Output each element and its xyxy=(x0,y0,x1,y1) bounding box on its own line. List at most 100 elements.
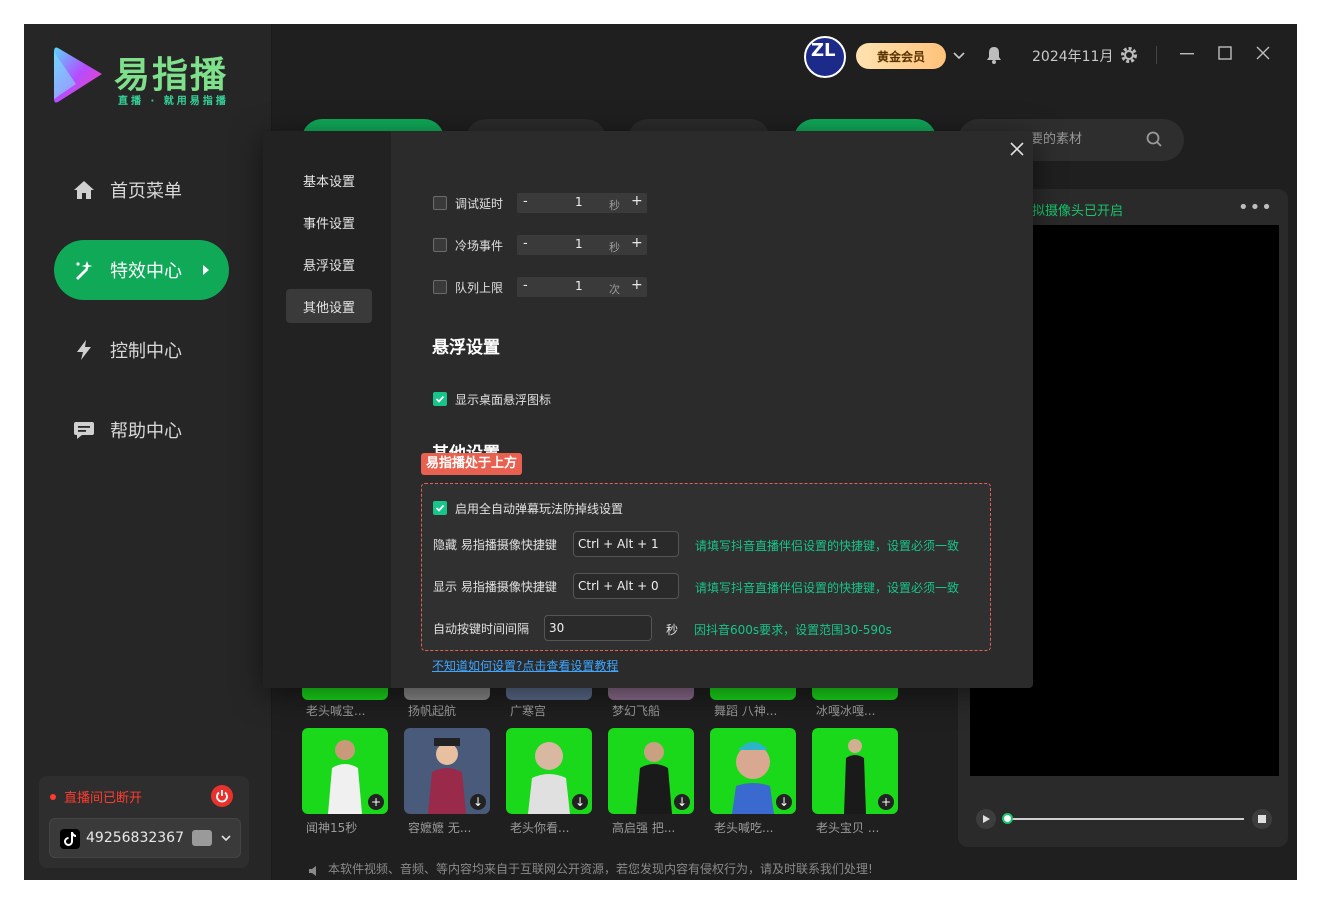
thumbnail[interactable] xyxy=(710,688,796,700)
idle-event-checkbox[interactable] xyxy=(433,238,447,252)
decrement-button[interactable]: - xyxy=(523,236,528,251)
increment-button[interactable]: + xyxy=(631,193,643,209)
dialog-nav-float[interactable]: 悬浮设置 xyxy=(286,247,372,281)
show-hotkey-row: 显示 易指播摄像快捷键 xyxy=(433,573,557,599)
increment-button[interactable]: + xyxy=(631,235,643,251)
close-icon[interactable] xyxy=(1254,44,1272,66)
show-hotkey-input[interactable]: Ctrl + Alt + 0 xyxy=(573,573,679,599)
thumbnail-label: 广寒宫 xyxy=(510,704,547,718)
person-figure xyxy=(528,742,570,814)
footer-notice: 本软件视频、音频、等内容均来自于互联网公开资源，若您发现内容有侵权行为，请及时联… xyxy=(328,862,873,876)
thumbnail[interactable]: ↓ xyxy=(710,728,796,814)
thumbnail[interactable]: ↓ xyxy=(404,728,490,814)
interval-hint: 因抖音600s要求，设置范围30-590s xyxy=(694,623,892,637)
float-icon-label: 显示桌面悬浮图标 xyxy=(455,392,552,407)
stepper-value[interactable]: 1 xyxy=(575,195,583,209)
account-selector[interactable]: 49256832367 xyxy=(49,818,241,858)
dialog-nav-other[interactable]: 其他设置 xyxy=(286,289,372,323)
other-section-title-text: 其他设置 xyxy=(432,443,532,453)
dialog-nav-events[interactable]: 事件设置 xyxy=(286,205,372,239)
idle-event-stepper[interactable]: - 1 秒 + xyxy=(517,235,647,255)
thumbnail[interactable]: ↓ xyxy=(608,728,694,814)
topmost-tag: 易指播处于上方 xyxy=(421,453,523,475)
thumbnail[interactable] xyxy=(404,688,490,700)
chevron-down-icon xyxy=(220,829,232,848)
sidebar-item-label: 首页菜单 xyxy=(110,181,182,202)
thumbnail[interactable]: ↓ xyxy=(506,728,592,814)
vip-badge[interactable]: 黄金会员 xyxy=(856,43,946,69)
debug-delay-row: 调试延时 xyxy=(433,193,503,213)
thumbnail[interactable]: + xyxy=(302,728,388,814)
more-icon[interactable]: ••• xyxy=(1238,197,1273,218)
stepper-value[interactable]: 1 xyxy=(575,237,583,251)
interval-row: 自动按键时间间隔 xyxy=(433,615,529,641)
check-icon xyxy=(435,504,445,512)
sidebar-item-home[interactable]: 首页菜单 xyxy=(54,160,229,220)
decrement-button[interactable]: - xyxy=(523,194,528,209)
thumbnail[interactable]: + xyxy=(812,728,898,814)
dialog-close-icon[interactable] xyxy=(1009,141,1025,161)
stop-button[interactable] xyxy=(1252,809,1272,829)
sidebar-item-control[interactable]: 控制中心 xyxy=(54,320,229,380)
download-icon[interactable]: ↓ xyxy=(674,794,690,810)
thumbnail[interactable] xyxy=(812,688,898,700)
thumbnail-label: 高启强 把... xyxy=(612,821,676,835)
thumbnail[interactable] xyxy=(608,688,694,700)
header-toolbar: ZL 黄金会员 2024年11月2 xyxy=(804,36,1274,78)
search-icon[interactable] xyxy=(1145,130,1163,152)
thumbnail-label: 老头宝贝 ... xyxy=(816,821,880,835)
stop-icon xyxy=(1258,815,1266,823)
enable-auto-checkbox[interactable] xyxy=(433,501,447,515)
thumbnail-label: 老头你看... xyxy=(510,821,570,835)
person-figure xyxy=(428,738,466,814)
download-icon[interactable]: ↓ xyxy=(776,794,792,810)
thumbnail[interactable] xyxy=(506,688,592,700)
avatar[interactable]: ZL xyxy=(804,36,846,78)
debug-delay-checkbox[interactable] xyxy=(433,196,447,210)
person-figure xyxy=(732,742,774,814)
float-icon-row: 显示桌面悬浮图标 xyxy=(433,389,551,409)
interval-input[interactable]: 30 xyxy=(544,615,652,641)
progress-handle[interactable] xyxy=(1002,813,1013,824)
hide-hotkey-hint: 请填写抖音直播伴侣设置的快捷键，设置必须一致 xyxy=(695,539,960,553)
hide-hotkey-input[interactable]: Ctrl + Alt + 1 xyxy=(573,531,679,557)
dialog-nav-basic[interactable]: 基本设置 xyxy=(286,163,372,197)
power-button[interactable] xyxy=(211,785,233,807)
enable-auto-row: 启用全自动弹幕玩法防掉线设置 xyxy=(433,495,623,521)
queue-limit-checkbox[interactable] xyxy=(433,280,447,294)
download-icon[interactable]: ↓ xyxy=(572,794,588,810)
sidebar-item-label: 特效中心 xyxy=(110,261,182,282)
chat-bubble-icon xyxy=(72,418,96,442)
sidebar-item-effects[interactable]: 特效中心 xyxy=(54,240,229,300)
increment-button[interactable]: + xyxy=(631,277,643,293)
decrement-button[interactable]: - xyxy=(523,278,528,293)
minimize-icon[interactable] xyxy=(1178,44,1196,66)
queue-limit-stepper[interactable]: - 1 次 + xyxy=(517,277,647,297)
enable-auto-label: 启用全自动弹幕玩法防掉线设置 xyxy=(455,501,624,516)
maximize-icon[interactable] xyxy=(1216,44,1234,66)
account-id: 49256832367 xyxy=(86,830,184,846)
download-icon[interactable]: ↓ xyxy=(470,794,486,810)
home-icon xyxy=(72,178,96,202)
id-card-icon xyxy=(192,830,212,846)
app-slogan: 直播 · 就用易指播 xyxy=(118,96,229,107)
add-icon[interactable]: + xyxy=(878,794,894,810)
gear-icon[interactable] xyxy=(1120,46,1138,68)
person-figure xyxy=(636,742,672,814)
help-tutorial-link[interactable]: 不知道如何设置?点击查看设置教程 xyxy=(432,657,618,674)
queue-limit-row: 队列上限 xyxy=(433,277,503,297)
chevron-down-icon[interactable] xyxy=(952,47,966,66)
thumbnail[interactable] xyxy=(302,688,388,700)
sidebar-item-help[interactable]: 帮助中心 xyxy=(54,400,229,460)
sidebar-item-label: 帮助中心 xyxy=(110,421,182,442)
bell-icon[interactable] xyxy=(986,46,1002,68)
progress-track[interactable] xyxy=(1008,818,1244,820)
float-icon-checkbox[interactable] xyxy=(433,392,447,406)
debug-delay-stepper[interactable]: - 1 秒 + xyxy=(517,193,647,213)
stepper-value[interactable]: 1 xyxy=(575,279,583,293)
stepper-unit: 秒 xyxy=(609,199,620,212)
thumbnail-label: 舞蹈 八神... xyxy=(714,704,778,718)
person-figure xyxy=(328,740,362,814)
add-icon[interactable]: + xyxy=(368,794,384,810)
play-button[interactable] xyxy=(976,809,996,829)
